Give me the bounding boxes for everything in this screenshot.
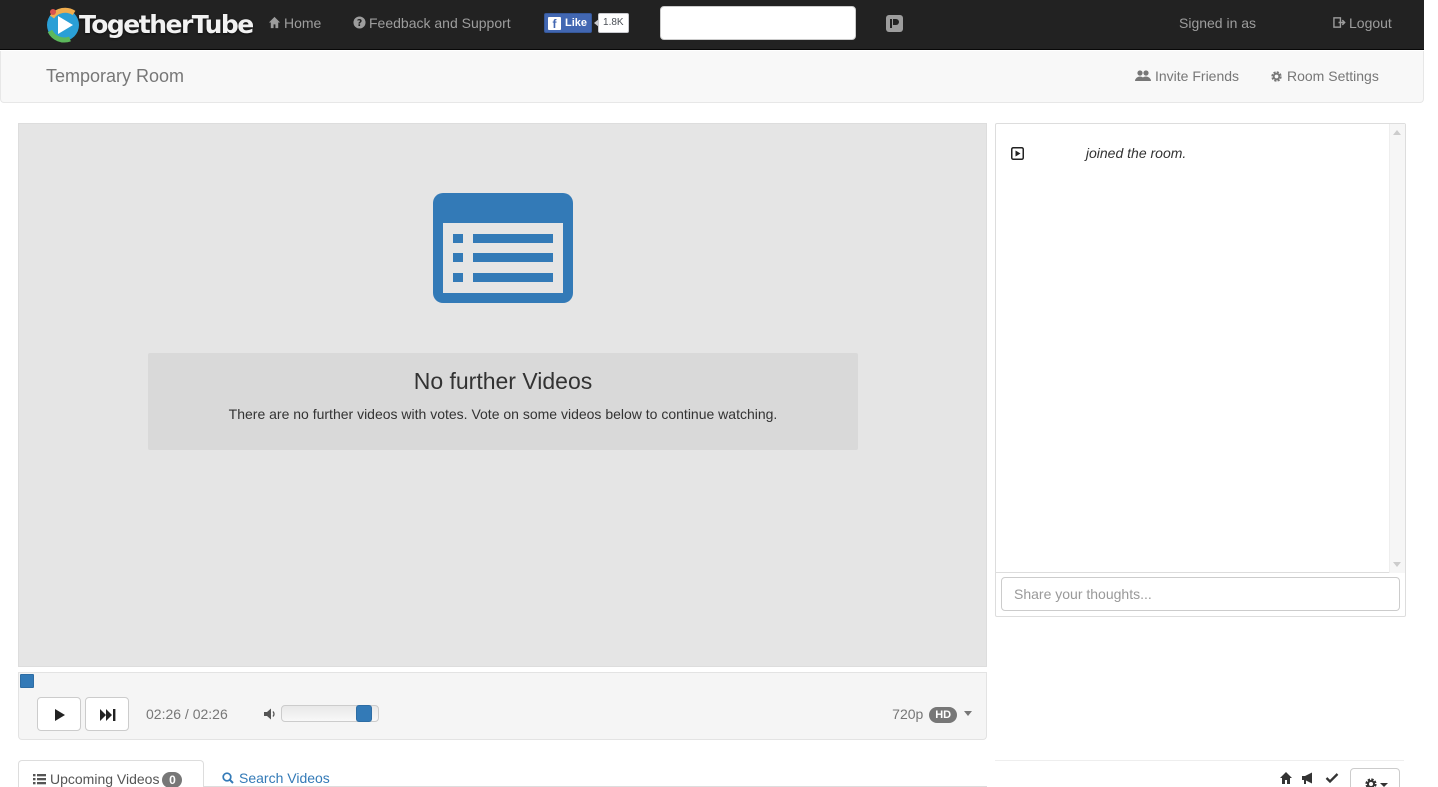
- upcoming-count-badge: 0: [162, 772, 183, 787]
- nav-home-link[interactable]: Home: [268, 0, 321, 46]
- chat-scrollbar[interactable]: [1389, 124, 1405, 573]
- facebook-like-button[interactable]: f Like: [544, 13, 593, 33]
- user-youtube-icon: [1011, 147, 1024, 160]
- logout-label: Logout: [1349, 15, 1392, 31]
- room-navbar: Temporary Room Invite Friends Room Setti…: [0, 51, 1424, 103]
- signed-in-label: Signed in as: [1179, 15, 1257, 31]
- caret-down-icon: [964, 711, 972, 716]
- tab-search-label: Search Videos: [239, 770, 330, 786]
- play-button[interactable]: [37, 697, 81, 731]
- tab-search-videos[interactable]: Search Videos: [222, 760, 330, 787]
- tab-upcoming-label: Upcoming Videos: [50, 771, 160, 787]
- quality-selector[interactable]: 720p HD: [892, 688, 972, 740]
- quality-label: 720p: [892, 706, 924, 722]
- play-icon: [55, 709, 65, 721]
- nav-feedback-label: Feedback and Support: [369, 15, 511, 31]
- facebook-like-count: 1.8K: [594, 13, 629, 33]
- question-circle-icon: ?: [353, 16, 366, 29]
- svg-text:?: ?: [357, 18, 362, 29]
- volume-icon[interactable]: [263, 707, 277, 721]
- no-videos-title: No further Videos: [413, 368, 593, 394]
- facebook-icon: f: [548, 16, 561, 31]
- volume-handle[interactable]: [356, 705, 372, 722]
- nav-feedback-link[interactable]: ? Feedback and Support: [353, 0, 511, 46]
- chat-log: joined the room.: [996, 124, 1405, 573]
- skip-forward-icon: [100, 709, 116, 721]
- search-icon: [222, 772, 234, 784]
- no-videos-text: There are no further videos with votes. …: [228, 406, 778, 422]
- brand-logo-link[interactable]: TogetherTube: [44, 3, 254, 45]
- playback-time: 02:26 / 02:26: [146, 706, 228, 722]
- gear-icon: [1271, 71, 1282, 82]
- invite-friends-label: Invite Friends: [1155, 68, 1240, 84]
- room-settings-label: Room Settings: [1287, 68, 1379, 84]
- room-toolbar: [995, 760, 1404, 787]
- nav-home-label: Home: [284, 15, 322, 31]
- room-settings-link[interactable]: Room Settings: [1270, 51, 1379, 102]
- home-icon[interactable]: [1279, 771, 1293, 785]
- pushbullet-icon[interactable]: [886, 15, 903, 32]
- chat-message-text: joined the room.: [1085, 145, 1187, 161]
- togethertube-logo-icon: [47, 7, 79, 43]
- chat-panel: joined the room.: [995, 123, 1406, 617]
- hd-badge: HD: [929, 707, 958, 723]
- logout-link[interactable]: Logout: [1333, 0, 1392, 46]
- volume-slider[interactable]: [281, 705, 379, 722]
- megaphone-icon[interactable]: [1301, 771, 1315, 785]
- home-icon: [268, 16, 281, 29]
- video-tabs: Upcoming Videos 0 Search Videos: [18, 760, 987, 787]
- nav-search-input[interactable]: [660, 6, 856, 40]
- tab-upcoming-videos[interactable]: Upcoming Videos 0: [18, 760, 204, 787]
- facebook-like-label: Like: [565, 17, 588, 29]
- room-options-dropdown[interactable]: [1350, 768, 1400, 787]
- playlist-icon: [433, 193, 573, 303]
- video-player[interactable]: No further Videos There are no further v…: [18, 123, 987, 667]
- progress-handle[interactable]: [20, 674, 34, 688]
- brand-name: TogetherTube: [79, 9, 254, 39]
- list-icon: [33, 774, 46, 785]
- chat-message: joined the room.: [1011, 145, 1186, 161]
- page-scrollbar[interactable]: [1424, 0, 1438, 787]
- invite-friends-link[interactable]: Invite Friends: [1135, 51, 1239, 102]
- no-videos-message: No further Videos There are no further v…: [148, 353, 858, 450]
- check-icon[interactable]: [1325, 771, 1339, 785]
- logout-icon: [1333, 17, 1346, 28]
- scroll-down-icon[interactable]: [1393, 562, 1401, 567]
- video-progress-bar[interactable]: [18, 672, 987, 688]
- facebook-like-widget[interactable]: f Like 1.8K: [544, 13, 629, 33]
- top-navbar: TogetherTube Home ? Feedback and Support …: [0, 0, 1424, 50]
- users-icon: [1135, 70, 1151, 81]
- room-title: Temporary Room: [46, 66, 185, 86]
- gear-dropdown-icon: [1365, 778, 1388, 787]
- scroll-up-icon[interactable]: [1393, 130, 1401, 135]
- chat-input[interactable]: [1001, 577, 1400, 611]
- player-controls: 02:26 / 02:26 720p HD: [18, 688, 987, 740]
- skip-button[interactable]: [85, 697, 129, 731]
